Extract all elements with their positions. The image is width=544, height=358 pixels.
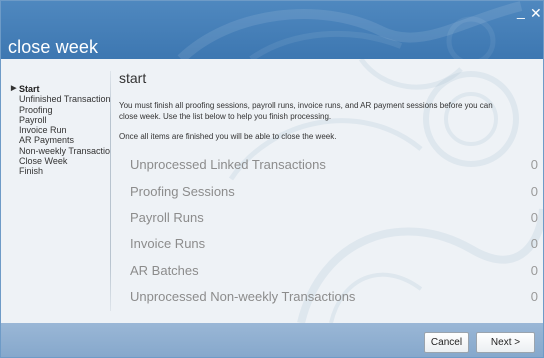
step-label: Invoice Run [19,125,67,136]
step-label: Start [19,84,40,94]
close-week-dialog: close week _ ✕ ▶ Start Unfinished Transac… [0,0,544,358]
status-count: 0 [530,210,538,225]
dialog-footer: Cancel Next > [1,323,543,357]
status-label: Proofing Sessions [130,184,235,199]
step-invoice-run[interactable]: Invoice Run [9,125,111,135]
minimize-icon[interactable]: _ [517,4,525,18]
step-label: Unfinished Transactions [19,94,111,105]
sidebar-divider [110,71,111,311]
status-label: Unprocessed Non-weekly Transactions [130,289,356,304]
status-count: 0 [530,184,538,199]
main-panel: start You must finish all proofing sessi… [119,59,539,323]
step-unfinished-transactions[interactable]: Unfinished Transactions [9,94,111,104]
next-button[interactable]: Next > [476,332,535,353]
status-count: 0 [530,263,538,278]
status-row-ar-batches: AR Batches 0 [130,263,538,281]
window-title: close week [8,37,99,57]
status-row-invoice-runs: Invoice Runs 0 [130,236,538,254]
step-label: AR Payments [19,135,75,146]
cancel-button[interactable]: Cancel [424,332,469,353]
step-finish[interactable]: Finish [9,166,111,176]
wizard-steps: ▶ Start Unfinished Transactions Proofing … [9,84,111,224]
status-label: Payroll Runs [130,210,204,225]
step-non-weekly-transactions[interactable]: Non-weekly Transactions [9,146,111,156]
step-label: Payroll [19,114,47,125]
status-count: 0 [530,157,538,172]
instructions-text: You must finish all proofing sessions, p… [119,101,493,121]
step-close-week[interactable]: Close Week [9,156,111,166]
current-step-arrow-icon: ▶ [11,85,17,92]
status-count: 0 [530,236,538,251]
status-row-proofing-sessions: Proofing Sessions 0 [130,184,538,202]
step-ar-payments[interactable]: AR Payments [9,135,111,145]
step-proofing[interactable]: Proofing [9,105,111,115]
step-label: Non-weekly Transactions [19,145,111,156]
step-label: Finish [19,166,44,177]
dialog-body: ▶ Start Unfinished Transactions Proofing … [1,59,543,323]
status-label: AR Batches [130,263,199,278]
title-bar[interactable]: close week _ ✕ [1,1,543,59]
close-icon[interactable]: ✕ [530,6,542,20]
step-start[interactable]: ▶ Start [9,84,111,94]
status-row-unprocessed-non-weekly-transactions: Unprocessed Non-weekly Transactions 0 [130,289,538,307]
page-heading: start [119,70,147,86]
status-row-unprocessed-linked-transactions: Unprocessed Linked Transactions 0 [130,157,538,175]
step-payroll[interactable]: Payroll [9,115,111,125]
status-count: 0 [530,289,538,304]
step-label: Proofing [19,104,53,115]
status-label: Invoice Runs [130,236,206,251]
status-row-payroll-runs: Payroll Runs 0 [130,210,538,228]
instructions-note: Once all items are finished you will be … [119,132,337,141]
step-label: Close Week [19,156,68,167]
status-label: Unprocessed Linked Transactions [130,157,326,172]
